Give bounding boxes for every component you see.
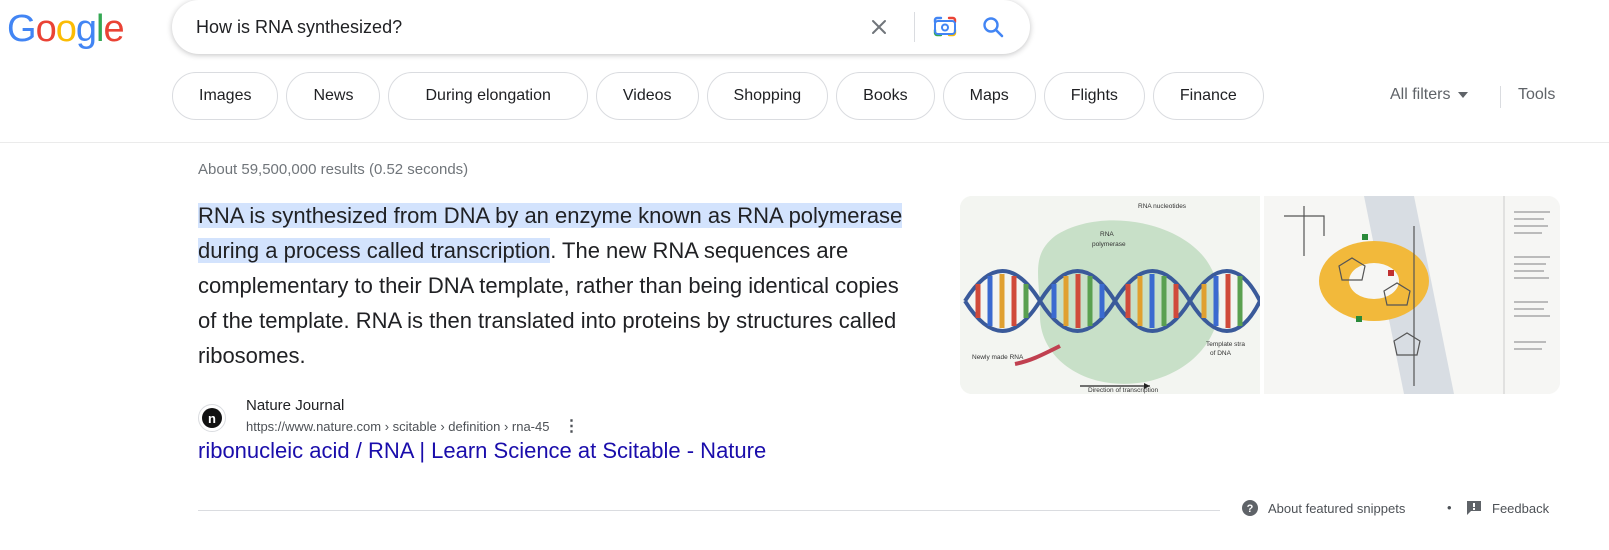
polymerase-detail-diagram: [1264, 196, 1560, 394]
source-name: Nature Journal: [246, 397, 345, 414]
feedback-button[interactable]: Feedback: [1466, 500, 1549, 516]
source-row[interactable]: n Nature Journal https://www.nature.com …: [198, 396, 579, 438]
close-icon: [872, 20, 886, 34]
transcription-diagram: RNA nucleotides RNA polymerase Template …: [960, 196, 1262, 394]
nature-favicon: n: [198, 404, 226, 432]
featured-snippet-text: RNA is synthesized from DNA by an enzyme…: [198, 198, 918, 373]
search-input[interactable]: How is RNA synthesized?: [196, 17, 402, 38]
label-newly-made-rna: Newly made RNA: [972, 354, 1024, 361]
label-direction: Direction of transcription: [1088, 387, 1158, 394]
logo-letter: e: [103, 8, 124, 50]
chip-during-elongation[interactable]: During elongation: [388, 72, 588, 120]
clear-button[interactable]: [864, 12, 894, 42]
camera-lens-icon: [933, 16, 957, 37]
search-divider: [914, 12, 915, 42]
caret-down-icon: [1458, 92, 1469, 98]
chip-finance[interactable]: Finance: [1152, 72, 1264, 120]
chip-news[interactable]: News: [286, 72, 381, 120]
about-snippets-label: About featured snippets: [1268, 500, 1406, 516]
logo-letter: g: [75, 8, 97, 50]
chip-images[interactable]: Images: [172, 72, 279, 120]
logo-letter: G: [7, 8, 37, 50]
more-options-icon[interactable]: ⋮: [563, 416, 579, 438]
polymerase-detail-image[interactable]: [1264, 196, 1560, 394]
google-logo[interactable]: Google: [7, 8, 125, 51]
help-icon: ?: [1242, 500, 1258, 516]
label-template-line2: of DNA: [1210, 350, 1232, 357]
header-divider: [0, 142, 1609, 143]
search-box[interactable]: How is RNA synthesized?: [172, 0, 1030, 54]
result-stats: About 59,500,000 results (0.52 seconds): [198, 161, 469, 178]
logo-letter: l: [95, 8, 105, 50]
favicon-letter: n: [202, 408, 222, 428]
source-url: https://www.nature.com › scitable › defi…: [246, 419, 550, 434]
all-filters-label: All filters: [1390, 86, 1451, 103]
chip-shopping[interactable]: Shopping: [706, 72, 829, 120]
label-rna-polymerase-line1: RNA: [1100, 231, 1114, 238]
logo-letter: o: [35, 8, 57, 50]
svg-text:?: ?: [1247, 503, 1254, 515]
filter-chips: Images News During elongation Videos Sho…: [172, 72, 1264, 120]
feedback-label: Feedback: [1492, 500, 1550, 516]
search-button[interactable]: [978, 12, 1008, 42]
tools-button[interactable]: Tools: [1518, 86, 1555, 104]
about-featured-snippets-link[interactable]: ? About featured snippets: [1242, 500, 1405, 516]
transcription-diagram-image[interactable]: RNA nucleotides RNA polymerase Template …: [960, 196, 1262, 394]
chip-books[interactable]: Books: [836, 72, 935, 120]
chip-maps[interactable]: Maps: [942, 72, 1036, 120]
tools-divider: [1500, 86, 1501, 108]
result-title-link[interactable]: ribonucleic acid / RNA | Learn Science a…: [198, 438, 766, 464]
snippet-divider: [198, 510, 1220, 511]
lens-button[interactable]: [930, 12, 960, 42]
label-rna-polymerase-line2: polymerase: [1092, 241, 1126, 248]
footer-separator: •: [1447, 500, 1452, 515]
feedback-icon: [1467, 501, 1481, 515]
all-filters-button[interactable]: All filters: [1390, 86, 1469, 104]
snippet-images: RNA nucleotides RNA polymerase Template …: [960, 196, 1560, 394]
search-icon: [983, 17, 1004, 38]
label-rna-nucleotides: RNA nucleotides: [1138, 203, 1187, 210]
chip-videos[interactable]: Videos: [595, 72, 699, 120]
label-template-line1: Template stra: [1206, 341, 1245, 348]
logo-letter: o: [55, 8, 77, 50]
chip-flights[interactable]: Flights: [1043, 72, 1145, 120]
